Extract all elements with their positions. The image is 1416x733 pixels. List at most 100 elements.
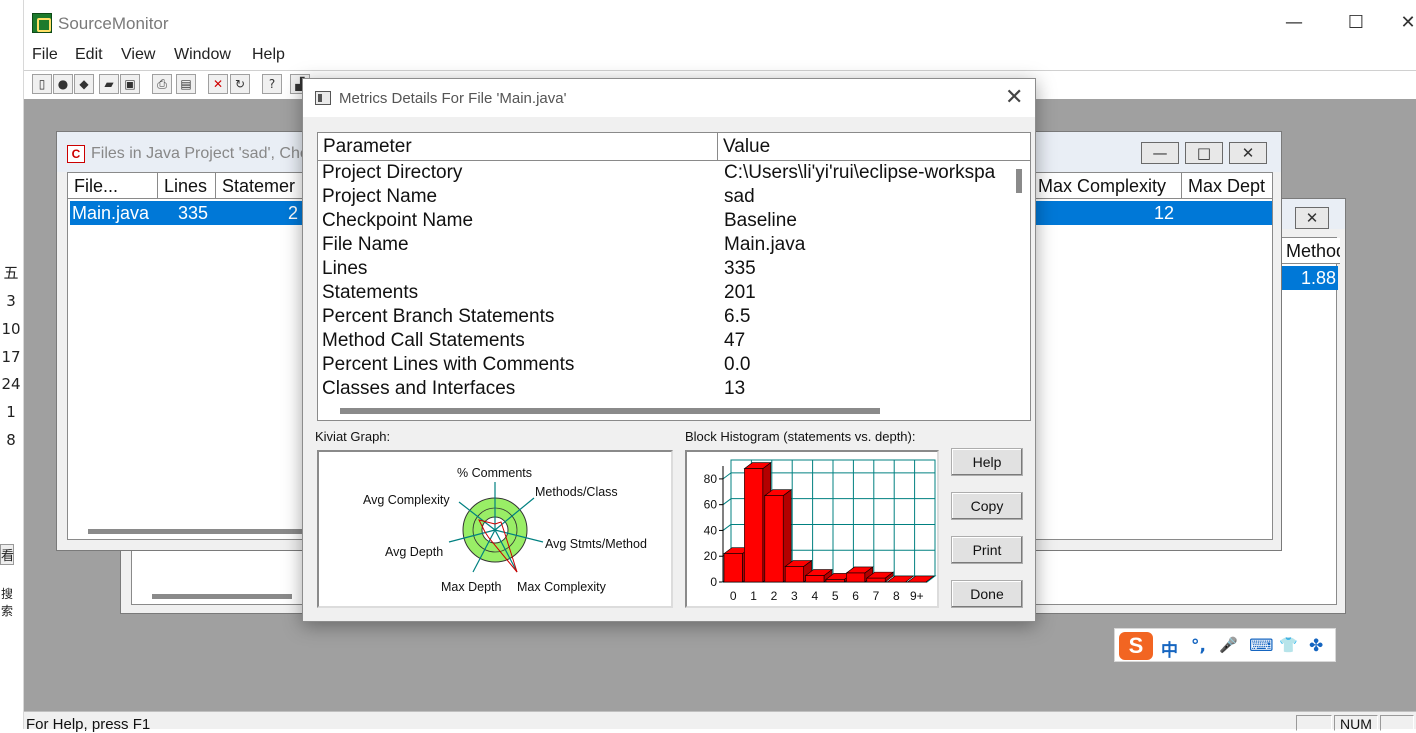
menu-window[interactable]: Window [174,46,231,64]
table-row[interactable]: Project Directory C:\Users\li'yi'rui\ecli… [318,161,1012,185]
done-button[interactable]: Done [951,580,1023,608]
microphone-icon[interactable]: 🎤 [1219,636,1238,654]
punctuation-icon[interactable]: °, [1191,636,1206,656]
files-minimize-icon[interactable]: — [1141,142,1179,164]
print-icon[interactable]: ⎙ [152,74,172,94]
value-cell: 335 [724,258,756,279]
table-row[interactable]: Project Name sad [318,185,1012,209]
keyboard-icon[interactable]: ⌨ [1249,636,1274,656]
x-tick-label: 8 [893,589,900,603]
toolbox-icon[interactable]: ✤ [1309,636,1323,656]
print-button[interactable]: Print [951,536,1023,564]
java-file-icon: C [67,145,85,163]
title-bar[interactable]: SourceMonitor — ☐ ✕ [24,0,1416,46]
scrollbar-thumb[interactable] [88,529,308,534]
background-app-strip: 五 3 10 17 24 1 8 看 搜索 [0,0,24,729]
histogram-gridline [722,498,732,506]
open-checkpoint-icon[interactable]: ◆ [74,74,94,94]
files-window-title: Files in Java Project 'sad', Che [91,145,309,162]
header-value[interactable]: Value [718,133,1030,161]
parameter-cell: Checkpoint Name [322,210,474,231]
refresh-icon[interactable]: ↻ [230,74,250,94]
table-row[interactable]: Percent Branch Statements 6.5 [318,305,1012,329]
table-row[interactable]: Lines 335 [318,257,1012,281]
histogram-bar [866,577,886,583]
scrollbar-thumb[interactable] [152,594,292,599]
background-button[interactable]: 看 [0,544,14,565]
ime-toolbar[interactable]: S 中 °, 🎤 ⌨ 👕 ✤ [1114,628,1336,662]
files-maximize-icon[interactable]: □ [1185,142,1223,164]
value-cell: 13 [724,378,746,399]
open-project-icon[interactable]: ● [53,74,73,94]
parameter-cell: Project Name [322,186,438,207]
calendar-label: 17 [1,348,21,366]
maximize-button[interactable]: ☐ [1336,12,1376,33]
kiviat-axis-label: Max Depth [441,580,502,594]
menu-bar: File Edit View Window Help [24,46,1416,68]
checkpoint-value[interactable]: 1.88 [1280,266,1338,290]
kiviat-axis-label: Avg Complexity [363,493,450,507]
table-row[interactable]: Checkpoint Name Baseline [318,209,1012,233]
sogou-logo-icon[interactable]: S [1119,632,1153,660]
metrics-table: Parameter Value Project Directory C:\User… [317,132,1031,421]
histogram-bar [784,566,804,583]
dialog-titlebar[interactable]: Metrics Details For File 'Main.java' ✕ [303,79,1035,117]
help-button[interactable]: Help [951,448,1023,476]
header-parameter[interactable]: Parameter [318,133,718,161]
vertical-scrollbar[interactable] [1012,161,1030,401]
delete-icon[interactable]: ✕ [208,74,228,94]
kiviat-axis-label: % Comments [457,466,533,480]
vertical-scroll-thumb[interactable] [1016,169,1022,193]
close-button[interactable]: ✕ [1396,12,1416,33]
open-folder-icon[interactable]: ▰ [99,74,119,94]
value-cell: sad [724,186,755,207]
horizontal-scroll-thumb[interactable] [340,408,880,414]
print-preview-icon[interactable]: ▤ [176,74,196,94]
x-tick-label: 7 [873,589,880,603]
column-header-max-depth[interactable]: Max Dept [1182,173,1272,199]
parameter-cell: File Name [322,234,409,255]
menu-file[interactable]: File [32,46,58,64]
x-tick-label: 9+ [910,589,924,603]
background-button[interactable]: 搜索 [0,585,18,619]
histogram-bar [764,495,784,583]
column-header-method[interactable]: Method [1280,238,1340,264]
column-header-statements[interactable]: Statemer [216,173,306,199]
y-tick-label: 0 [710,575,717,589]
column-header-max-complexity[interactable]: Max Complexity [1032,173,1182,199]
column-header-lines[interactable]: Lines [158,173,216,199]
table-row[interactable]: Classes and Interfaces 13 [318,377,1012,401]
x-tick-label: 4 [811,589,818,603]
checkpoint-close-icon[interactable]: ✕ [1295,207,1329,229]
minimize-button[interactable]: — [1274,12,1314,33]
table-row[interactable]: File Name Main.java [318,233,1012,257]
parameter-cell: Statements [322,282,419,303]
save-icon[interactable]: ▣ [120,74,140,94]
histogram-bar [825,579,845,583]
column-header-file[interactable]: File... [68,173,158,199]
value-cell: 47 [724,330,746,351]
table-row[interactable]: Percent Lines with Comments 0.0 [318,353,1012,377]
context-help-icon[interactable]: ? [262,74,282,94]
menu-help[interactable]: Help [252,46,285,64]
calendar-label: 3 [6,292,16,310]
copy-button[interactable]: Copy [951,492,1023,520]
table-row[interactable]: Statements 201 [318,281,1012,305]
cell-max-complexity: 12 [1154,203,1175,223]
menu-view[interactable]: View [121,46,155,64]
histogram-svg: 0204060800 1 2 3 4 5 6 7 8 9+ [704,459,937,603]
skin-icon[interactable]: 👕 [1279,636,1298,654]
cell-file: Main.java [72,203,150,223]
chinese-mode-icon[interactable]: 中 [1161,636,1178,661]
table-row[interactable]: Method Call Statements 47 [318,329,1012,353]
histogram-gridline [722,472,732,480]
kiviat-label: Kiviat Graph: [315,429,391,444]
kiviat-axis-label: Max Complexity [517,580,606,594]
menu-edit[interactable]: Edit [75,46,103,64]
value-cell: 201 [724,282,756,303]
parameter-cell: Percent Lines with Comments [322,354,575,375]
new-icon[interactable]: ▯ [32,74,52,94]
dialog-close-icon[interactable]: ✕ [1005,85,1023,110]
metrics-rows: Project Directory C:\Users\li'yi'rui\ecli… [318,161,1012,401]
files-close-icon[interactable]: ✕ [1229,142,1267,164]
